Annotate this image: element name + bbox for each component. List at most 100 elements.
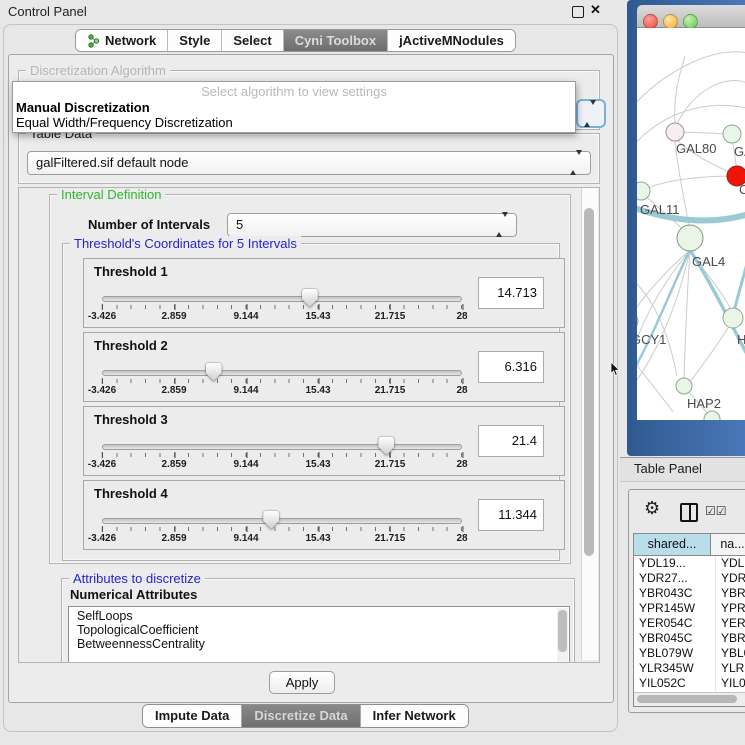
node-table: shared... na... YDL19...YDL1YDR27...YDR2…: [633, 533, 745, 707]
tab-style[interactable]: Style: [168, 30, 222, 51]
group-title: Threshold's Coordinates for 5 Intervals: [70, 236, 301, 251]
list-item[interactable]: SelfLoops: [69, 609, 569, 623]
tab-cyni-toolbox[interactable]: Cyni Toolbox: [284, 30, 388, 51]
bottom-tabbar: Impute Data Discretize Data Infer Networ…: [142, 704, 469, 728]
table-hscrollbar[interactable]: [634, 692, 745, 706]
threshold-slider[interactable]: -3.4262.8599.14415.4321.71528: [102, 407, 462, 475]
slider-tick-labels: -3.4262.8599.14415.4321.71528: [102, 311, 462, 323]
tick-label: 28: [456, 459, 467, 470]
threshold-value-field[interactable]: 21.4: [478, 425, 544, 457]
slider-ticks: [102, 453, 462, 457]
thresholds-group: Threshold's Coordinates for 5 Intervals …: [62, 243, 560, 561]
node-top-right[interactable]: [723, 125, 741, 143]
threshold-slider[interactable]: -3.4262.8599.14415.4321.71528: [102, 481, 462, 549]
apply-button[interactable]: Apply: [269, 671, 335, 694]
tab-label: Cyni Toolbox: [295, 33, 376, 48]
table-data-value: galFiltered.sif default node: [36, 155, 188, 170]
tab-impute-data[interactable]: Impute Data: [143, 705, 242, 727]
algorithm-dropdown-popup: Select algorithm to view settings Manual…: [12, 81, 576, 133]
node-label: GAL4: [692, 254, 725, 269]
threshold-value-field[interactable]: 14.713: [478, 277, 544, 309]
table-row[interactable]: YBR043CYBR0: [634, 586, 745, 601]
dropdown-hint-option[interactable]: Select algorithm to view settings: [13, 82, 575, 100]
close-icon[interactable]: ✕: [590, 2, 601, 18]
table-data-combobox[interactable]: galFiltered.sif default node: [27, 151, 591, 175]
tick-label: 9.144: [233, 533, 258, 544]
table-row[interactable]: YBL079WYBL0: [634, 646, 745, 661]
node-gal80[interactable]: [666, 123, 684, 141]
tab-network[interactable]: Network: [76, 30, 168, 51]
threshold-slider[interactable]: -3.4262.8599.14415.4321.71528: [102, 333, 462, 401]
table-row[interactable]: YLR345WYLR3: [634, 661, 745, 676]
slider-tick-labels: -3.4262.8599.14415.4321.71528: [102, 533, 462, 545]
tab-label: Network: [105, 33, 156, 48]
number-of-intervals-value: 5: [236, 217, 243, 232]
table-hscrollbar-thumb[interactable]: [637, 695, 737, 703]
node-h[interactable]: [723, 308, 743, 328]
list-scrollbar[interactable]: [557, 608, 568, 663]
dropdown-option-equal-width[interactable]: Equal Width/Frequency Discretization: [13, 115, 575, 130]
float-window-icon[interactable]: [572, 6, 584, 18]
tick-label: 28: [456, 385, 467, 396]
node-hap2[interactable]: [676, 378, 692, 394]
minimize-traffic-light-icon[interactable]: [663, 14, 678, 29]
stepper-arrows-icon: [496, 214, 508, 236]
checkboxes-icon[interactable]: ☑☑: [705, 504, 727, 518]
interval-definition-group: Interval Definition Number of Intervals …: [49, 194, 571, 564]
dropdown-option-manual[interactable]: Manual Discretization: [13, 100, 575, 115]
stepper-arrows-icon: [570, 152, 582, 174]
table-row[interactable]: YDL19...YDL1: [634, 556, 745, 571]
panel-scrollbar-thumb[interactable]: [584, 208, 594, 556]
list-item[interactable]: BetweennessCentrality: [69, 637, 569, 651]
network-canvas[interactable]: GAL80 GA C GAL11 GAL4 GCY1 H HAP2: [637, 28, 745, 420]
numerical-attributes-list[interactable]: SelfLoopsTopologicalCoefficientBetweenne…: [68, 606, 570, 663]
slider-ticks: [102, 379, 462, 383]
zoom-traffic-light-icon[interactable]: [683, 14, 698, 29]
network-window-titlebar[interactable]: [637, 5, 745, 28]
table-row[interactable]: YIL052CYIL0: [634, 676, 745, 691]
tick-label: 9.144: [233, 459, 258, 470]
slider-tick-labels: -3.4262.8599.14415.4321.71528: [102, 385, 462, 397]
table-row[interactable]: YBR045CYBR0: [634, 631, 745, 646]
settings-scrollpane: Interval Definition Number of Intervals …: [18, 187, 600, 663]
slider-track[interactable]: [102, 518, 462, 524]
table-header: shared... na...: [634, 534, 745, 556]
algorithm-combobox-focused[interactable]: [576, 99, 606, 128]
column-header-name[interactable]: na...: [711, 534, 745, 555]
node-label: GAL80: [676, 141, 716, 156]
tab-label: Select: [233, 33, 271, 48]
slider-track[interactable]: [102, 296, 462, 302]
tick-label: -3.426: [88, 385, 116, 396]
node-gal4[interactable]: [677, 225, 703, 251]
threshold-slider[interactable]: -3.4262.8599.14415.4321.71528: [102, 259, 462, 327]
tab-select[interactable]: Select: [222, 30, 283, 51]
number-of-intervals-combobox[interactable]: 5: [227, 213, 517, 237]
tick-label: 21.715: [375, 533, 406, 544]
columns-icon[interactable]: [680, 503, 698, 522]
slider-tick-labels: -3.4262.8599.14415.4321.71528: [102, 459, 462, 471]
node-gal11[interactable]: [637, 182, 650, 200]
tick-label: -3.426: [88, 459, 116, 470]
attributes-group: Attributes to discretize Numerical Attri…: [61, 578, 575, 663]
tab-discretize-data[interactable]: Discretize Data: [242, 705, 360, 727]
threshold-value-field[interactable]: 6.316: [478, 351, 544, 383]
tab-jactivemnodules[interactable]: jActiveMNodules: [388, 30, 515, 51]
table-row[interactable]: YER054CYER0: [634, 616, 745, 631]
node-gcy1[interactable]: [637, 313, 638, 329]
threshold-value-field[interactable]: 11.344: [478, 499, 544, 531]
threshold-panel: Threshold 4 -3.4262.8599.14415.4321.7152…: [83, 480, 565, 550]
slider-track[interactable]: [102, 444, 462, 450]
tab-label: Impute Data: [155, 708, 229, 723]
gear-icon[interactable]: ⚙: [644, 499, 660, 517]
table-row[interactable]: YDR27...YDR2: [634, 571, 745, 586]
tick-label: 28: [456, 311, 467, 322]
tab-infer-network[interactable]: Infer Network: [361, 705, 468, 727]
tick-label: 2.859: [161, 385, 186, 396]
slider-track[interactable]: [102, 370, 462, 376]
table-row[interactable]: YPR145WYPR1: [634, 601, 745, 616]
close-traffic-light-icon[interactable]: [643, 14, 658, 29]
tick-label: 15.43: [305, 385, 330, 396]
column-header-shared-name[interactable]: shared...: [634, 534, 711, 555]
list-item[interactable]: TopologicalCoefficient: [69, 623, 569, 637]
tick-label: 21.715: [375, 459, 406, 470]
